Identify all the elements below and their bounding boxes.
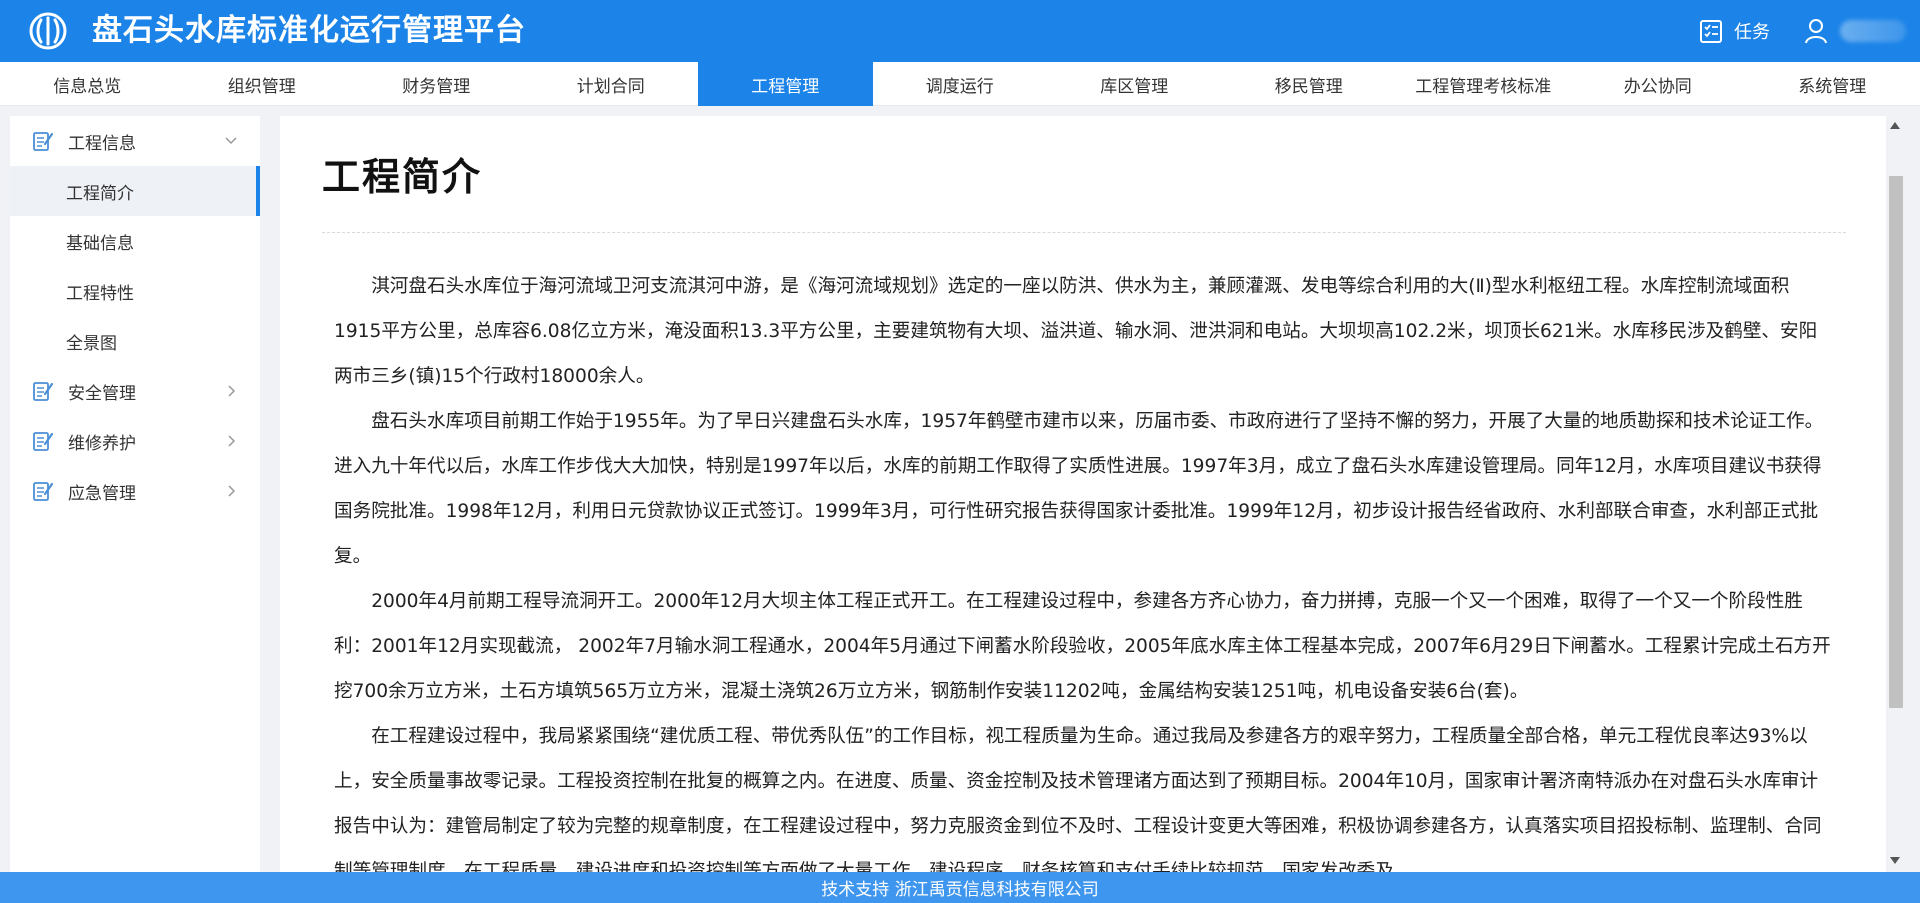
scroll-up-arrow-icon[interactable]: [1890, 122, 1900, 129]
task-list-icon: [1700, 20, 1722, 43]
sidebar-group-2[interactable]: 维修养护: [10, 416, 260, 466]
scroll-down-arrow-icon[interactable]: [1890, 857, 1900, 864]
content-panel: 工程简介 淇河盘石头水库位于海河流域卫河支流淇河中游，是《海河流域规划》选定的一…: [280, 116, 1886, 872]
app-header: 盘石头水库标准化运行管理平台 任务: [0, 0, 1920, 62]
edit-document-icon: [32, 130, 54, 152]
nav-item-9[interactable]: 办公协同: [1571, 62, 1746, 106]
sidebar-group-label: 维修养护: [68, 433, 136, 454]
user-name-blurred: [1840, 20, 1906, 42]
nav-item-10[interactable]: 系统管理: [1745, 62, 1920, 106]
article-paragraph: 淇河盘石头水库位于海河流域卫河支流淇河中游，是《海河流域规划》选定的一座以防洪、…: [334, 276, 1818, 387]
sidebar-item-0-1[interactable]: 基础信息: [10, 216, 260, 266]
user-icon: [1805, 19, 1827, 44]
chevron-right-icon: [224, 483, 238, 497]
edit-document-icon: [32, 480, 54, 502]
article-paragraph: 在工程建设过程中，我局紧紧围绕“建优质工程、带优秀队伍”的工作目标，视工程质量为…: [334, 726, 1822, 872]
sidebar-group-label: 应急管理: [68, 483, 136, 504]
edit-document-icon: [32, 380, 54, 402]
page-title: 工程简介: [322, 155, 483, 199]
article-paragraph: 2000年4月前期工程导流洞开工。2000年12月大坝主体工程正式开工。在工程建…: [334, 591, 1831, 702]
nav-item-1[interactable]: 组织管理: [175, 62, 350, 106]
nav-item-6[interactable]: 库区管理: [1047, 62, 1222, 106]
nav-item-3[interactable]: 计划合同: [524, 62, 699, 106]
edit-document-icon: [32, 430, 54, 452]
nav-item-7[interactable]: 移民管理: [1222, 62, 1397, 106]
footer: 技术支持 浙江禹贡信息科技有限公司: [0, 872, 1920, 903]
sidebar-item-0-3[interactable]: 全景图: [10, 316, 260, 366]
main-nav: 信息总览 组织管理 财务管理 计划合同 工程管理 调度运行 库区管理 移民管理 工程管理考核标准…: [0, 62, 1920, 106]
sidebar-item-0-2[interactable]: 工程特性: [10, 266, 260, 316]
article-paragraph: 盘石头水库项目前期工作始于1955年。为了早日兴建盘石头水库，1957年鹤壁市建…: [334, 411, 1824, 567]
chevron-down-icon: [224, 133, 238, 147]
app-title: 盘石头水库标准化运行管理平台: [92, 13, 526, 48]
content-scrollbar[interactable]: [1886, 116, 1906, 872]
task-button[interactable]: 任务: [1700, 18, 1770, 44]
chevron-right-icon: [224, 383, 238, 397]
logo-icon: [29, 12, 67, 50]
nav-item-5[interactable]: 调度运行: [873, 62, 1048, 106]
sidebar-group-1[interactable]: 安全管理: [10, 366, 260, 416]
sidebar-item-0-0[interactable]: 工程简介: [10, 166, 260, 216]
sidebar-group-3[interactable]: 应急管理: [10, 466, 260, 516]
task-label: 任务: [1734, 22, 1770, 43]
scroll-thumb[interactable]: [1889, 176, 1903, 708]
sidebar-group-label: 安全管理: [68, 383, 136, 404]
user-menu[interactable]: [1804, 18, 1906, 44]
sidebar-group-0[interactable]: 工程信息: [10, 116, 260, 166]
nav-item-4[interactable]: 工程管理: [698, 62, 873, 106]
title-divider: [322, 232, 1846, 233]
chevron-right-icon: [224, 433, 238, 447]
nav-item-0[interactable]: 信息总览: [0, 62, 175, 106]
article-body: 淇河盘石头水库位于海河流域卫河支流淇河中游，是《海河流域规划》选定的一座以防洪、…: [334, 264, 1834, 872]
nav-item-2[interactable]: 财务管理: [349, 62, 524, 106]
sidebar: 工程信息工程简介 基础信息 工程特性 全景图安全管理维修养护应急管理: [10, 116, 260, 872]
footer-text: 技术支持 浙江禹贡信息科技有限公司: [821, 880, 1099, 900]
nav-item-8[interactable]: 工程管理考核标准: [1396, 62, 1571, 106]
sidebar-group-label: 工程信息: [68, 133, 136, 154]
